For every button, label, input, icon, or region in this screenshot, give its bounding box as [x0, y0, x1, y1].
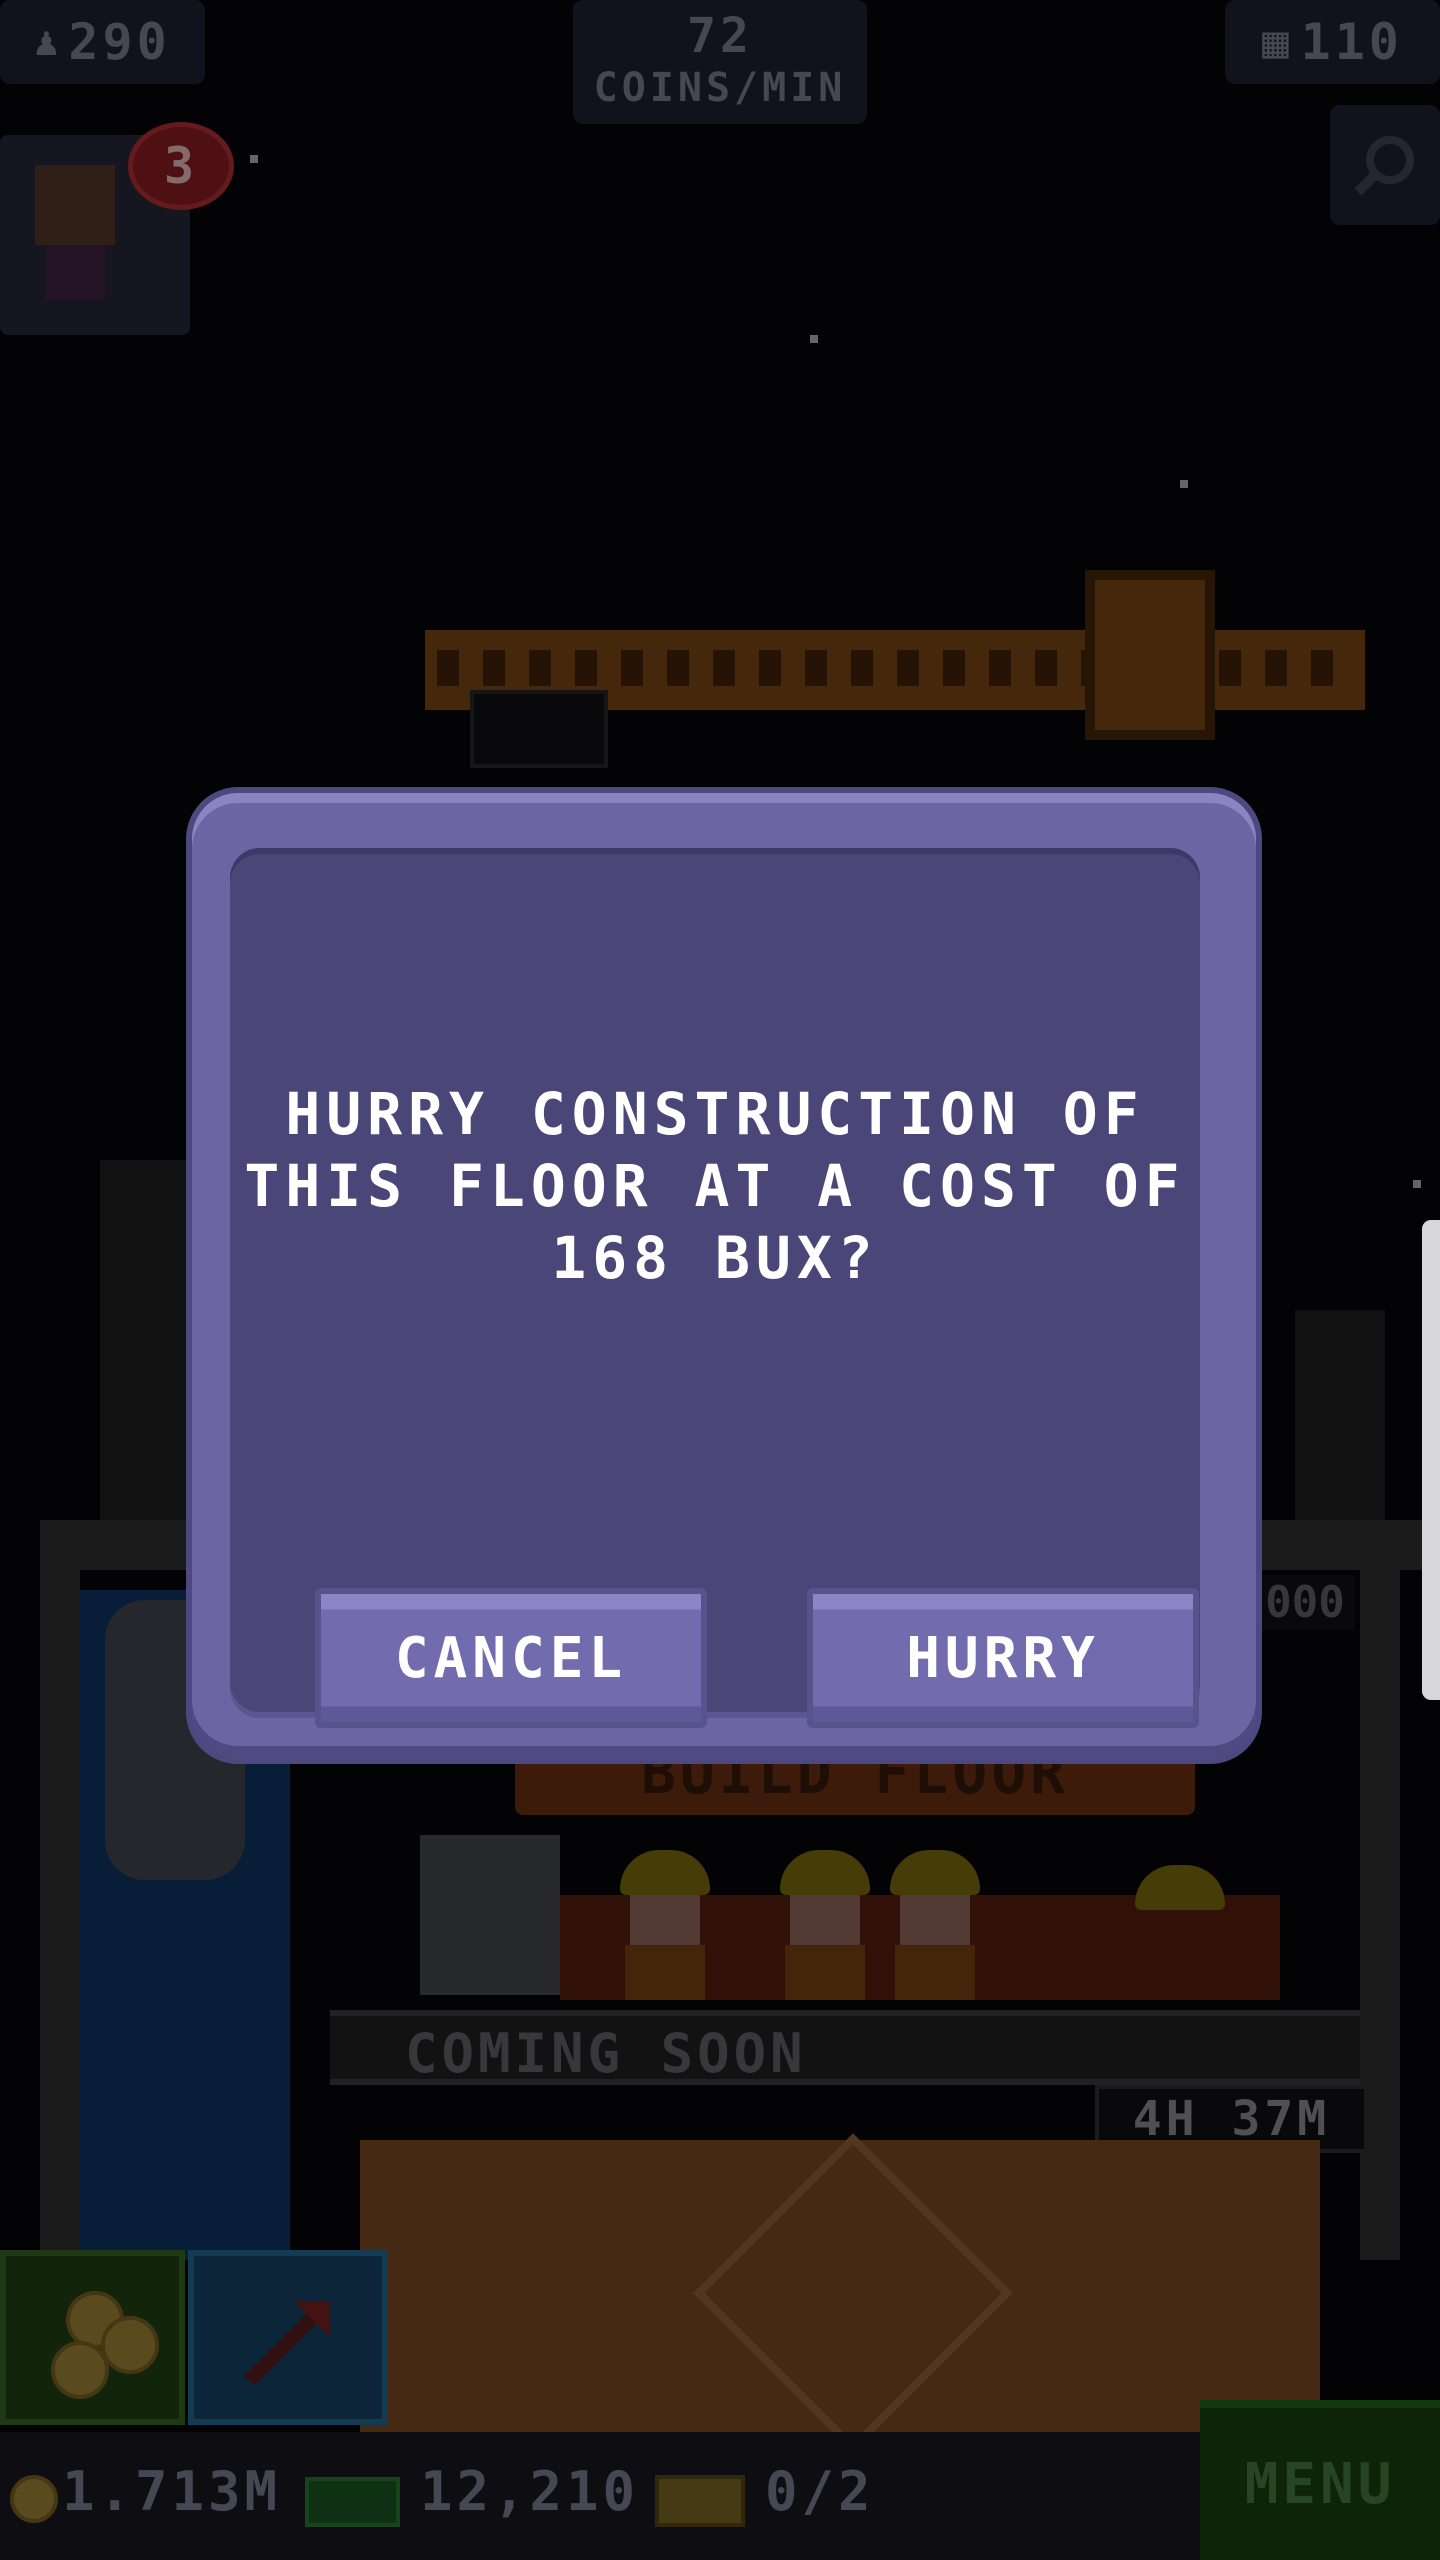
dialog-message-line: THIS FLOOR AT A COST OF [244, 1152, 1186, 1220]
edge-panel-handle[interactable] [1422, 1220, 1440, 1700]
dialog-panel: HURRY CONSTRUCTION OF THIS FLOOR AT A CO… [230, 848, 1200, 1728]
hurry-button[interactable]: HURRY [807, 1588, 1199, 1728]
cancel-button[interactable]: CANCEL [315, 1588, 707, 1728]
hurry-confirmation-dialog: HURRY CONSTRUCTION OF THIS FLOOR AT A CO… [192, 793, 1256, 1758]
dialog-message: HURRY CONSTRUCTION OF THIS FLOOR AT A CO… [230, 1078, 1200, 1294]
dialog-message-line: 168 BUX? [551, 1224, 879, 1292]
dialog-message-line: HURRY CONSTRUCTION OF [285, 1080, 1145, 1148]
